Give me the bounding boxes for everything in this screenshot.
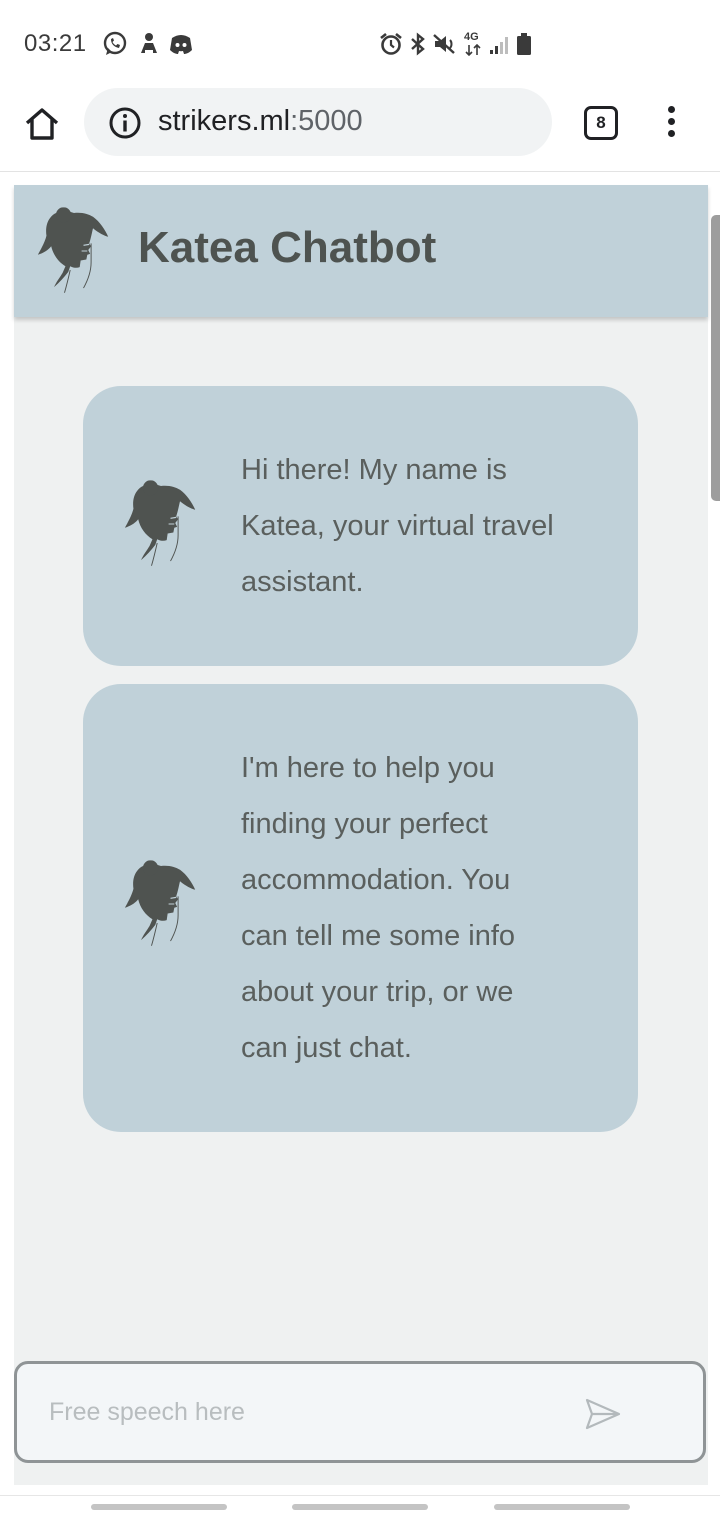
status-time: 03:21 <box>24 30 87 57</box>
bot-message-bubble: I'm here to help you finding your perfec… <box>83 684 638 1132</box>
woman-profile-icon <box>36 207 112 295</box>
home-icon[interactable] <box>22 104 62 144</box>
woman-profile-icon <box>123 480 199 568</box>
tabs-icon[interactable]: 8 <box>584 106 618 140</box>
url-text[interactable]: strikers.ml:5000 <box>158 105 363 138</box>
url-bar[interactable]: strikers.ml:5000 <box>84 88 552 156</box>
battery-icon <box>517 33 531 55</box>
send-icon[interactable] <box>583 1394 623 1434</box>
4g-data-icon: 4G <box>462 32 484 56</box>
phone-screen: 03:21 4G strikers.ml:5000 8 Katea Chatbo… <box>0 0 720 1520</box>
whatsapp-icon <box>103 31 127 55</box>
navigation-bar <box>0 1495 720 1520</box>
chat-header: Katea Chatbot <box>14 185 708 317</box>
scrollbar[interactable] <box>711 215 720 501</box>
notification-app-icon <box>141 33 157 53</box>
page-title: Katea Chatbot <box>138 223 437 272</box>
status-bar: 03:21 4G <box>0 0 720 88</box>
more-vert-icon[interactable] <box>660 106 682 140</box>
url-host: strikers.ml <box>158 105 291 137</box>
bot-message-text: I'm here to help you finding your perfec… <box>241 752 516 1064</box>
mute-icon <box>433 34 455 54</box>
woman-profile-icon <box>123 860 199 948</box>
signal-icon <box>490 37 508 54</box>
network-type-label: 4G <box>464 31 479 43</box>
bluetooth-icon <box>411 32 425 56</box>
alarm-icon <box>380 32 402 55</box>
speech-input[interactable] <box>49 1386 569 1438</box>
nav-home-button[interactable] <box>292 1504 428 1510</box>
nav-back-button[interactable] <box>494 1504 630 1510</box>
web-page: Katea Chatbot Hi there! My name is Katea… <box>0 173 720 1495</box>
url-port: :5000 <box>290 105 363 137</box>
browser-toolbar: strikers.ml:5000 8 <box>0 88 720 172</box>
speech-input-box <box>14 1361 706 1463</box>
discord-icon <box>170 35 192 54</box>
nav-recents-button[interactable] <box>91 1504 227 1510</box>
bot-message-text: Hi there! My name is Katea, your virtual… <box>241 454 554 598</box>
info-icon[interactable] <box>108 106 142 140</box>
bot-message-bubble: Hi there! My name is Katea, your virtual… <box>83 386 638 666</box>
